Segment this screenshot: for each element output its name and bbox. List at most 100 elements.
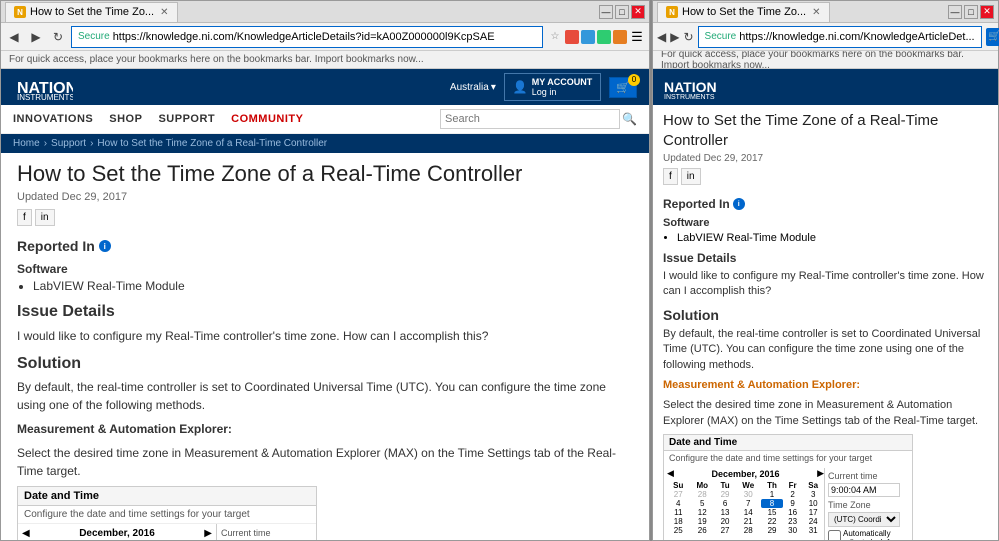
address-text: https://knowledge.ni.com/KnowledgeArticl… [113,31,495,43]
info-icon[interactable]: i [99,240,111,252]
right-calendar-preview: Date and Time Configure the date and tim… [663,434,913,540]
ext-icon-1[interactable] [565,30,579,44]
right-toolbar-icons: 🛒 🔍 ☰ [986,28,999,46]
reload-btn[interactable]: ↻ [49,28,67,46]
right-cal-tz-select[interactable]: (UTC) Coordinated Universal Time [828,512,900,527]
right-reload-btn[interactable]: ↻ [683,28,693,46]
left-tab-close[interactable]: ✕ [160,7,168,18]
right-cal-month: December, 2016 [711,469,779,479]
right-article-updated: Updated Dec 29, 2017 [663,153,988,164]
left-calendar-subtitle: Configure the date and time settings for… [18,506,316,524]
country-selector[interactable]: Australia ▾ [450,82,496,93]
nav-community[interactable]: COMMUNITY [231,109,303,129]
right-article-body: How to Set the Time Zone of a Real-Time … [653,105,998,540]
ext-icon-3[interactable] [597,30,611,44]
left-close-btn[interactable]: ✕ [631,5,645,19]
right-tab-title: How to Set the Time Zo... [682,6,806,18]
menu-icon[interactable]: ☰ [629,29,645,45]
right-tab-close[interactable]: ✕ [812,7,820,18]
cal-prev-btn[interactable]: ◀ [22,528,30,539]
share-facebook[interactable]: f [17,209,32,226]
nav-support[interactable]: SUPPORT [158,109,215,129]
right-tab[interactable]: N How to Set the Time Zo... ✕ [657,2,830,22]
cart-icon-symbol: 🛒 [616,82,630,94]
left-solution-text: By default, the real-time controller is … [17,378,633,414]
cal-month: December, 2016 [79,528,155,539]
right-ma-section: Measurement & Automation Explorer: [663,378,988,393]
left-cal-time-label: Current time [221,528,312,538]
right-close-btn[interactable]: ✕ [980,5,994,19]
right-software-heading: Software [663,217,988,229]
nav-shop[interactable]: SHOP [109,109,142,129]
right-back-btn[interactable]: ◀ [657,28,666,46]
right-share-btns: f in [663,168,988,185]
left-issue-heading: Issue Details [17,303,633,321]
right-software-item: LabVIEW Real-Time Module [677,232,988,244]
right-page-content: NATIONAL INSTRUMENTS How to Set the Time… [653,69,998,540]
left-solution-heading: Solution [17,355,633,373]
ext-icon-4[interactable] [613,30,627,44]
right-solution-heading: Solution [663,307,988,323]
left-calendar-content: ◀ December, 2016 ▶ Su Mo Tu We [18,524,316,540]
right-tab-favicon: N [666,6,678,18]
right-cal-time-input[interactable] [828,483,900,497]
ni-top-right: Australia ▾ 👤 MY ACCOUNT Log in 🛒 0 [450,73,637,101]
left-software-item: LabVIEW Real-Time Module [33,279,633,293]
bookmark-icon[interactable]: ☆ [547,29,563,45]
right-maximize-btn[interactable]: □ [964,5,978,19]
back-btn[interactable]: ◀ [5,28,23,46]
share-linkedin[interactable]: in [35,209,55,226]
right-address-input[interactable]: Secure https://knowledge.ni.com/Knowledg… [698,26,982,48]
breadcrumb-home[interactable]: Home [13,138,40,149]
cal-next-btn[interactable]: ▶ [204,528,212,539]
right-reported-in-heading: Reported In i [663,197,988,211]
right-cal-prev[interactable]: ◀ [667,468,674,479]
right-daylight-label: Automatically adjust clock for Daylight … [843,529,906,540]
left-tab-title: How to Set the Time Zo... [30,6,154,18]
right-forward-btn[interactable]: ▶ [670,28,679,46]
bookmarks-text: For quick access, place your bookmarks h… [9,54,424,65]
left-maximize-btn[interactable]: □ [615,5,629,19]
address-input[interactable]: Secure https://knowledge.ni.com/Knowledg… [71,26,543,48]
right-share-linkedin[interactable]: in [681,168,701,185]
ext-icon-2[interactable] [581,30,595,44]
right-solution-text: By default, the real-time controller is … [663,327,988,373]
right-cal-grid: Su Mo Tu We Th Fr Sa 27282930 [667,481,824,535]
search-input[interactable] [440,109,620,129]
right-issue-heading: Issue Details [663,251,988,265]
ni-search: 🔍 [440,109,637,129]
right-ni-logo: NATIONAL INSTRUMENTS [661,74,716,100]
left-bookmarks-bar: For quick access, place your bookmarks h… [1,51,649,69]
right-cal-next[interactable]: ▶ [817,468,824,479]
cart-badge: 0 [628,74,640,86]
my-account-btn[interactable]: 👤 MY ACCOUNT Log in [504,73,601,101]
cart-btn[interactable]: 🛒 0 [609,77,637,98]
svg-text:INSTRUMENTS: INSTRUMENTS [664,94,715,100]
left-minimize-btn[interactable]: — [599,5,613,19]
right-calendar-subtitle: Configure the date and time settings for… [664,451,912,465]
right-cart-icon[interactable]: 🛒 [986,28,999,46]
nav-innovations[interactable]: INNOVATIONS [13,109,93,129]
right-info-icon[interactable]: i [733,198,745,210]
ni-logo[interactable]: NATIONAL INSTRUMENTS [13,73,73,101]
right-issue-text: I would like to configure my Real-Time c… [663,269,988,300]
left-issue-text: I would like to configure my Real-Time c… [17,327,633,345]
forward-btn[interactable]: ▶ [27,28,45,46]
breadcrumb-support[interactable]: Support [51,138,86,149]
right-minimize-btn[interactable]: — [948,5,962,19]
right-ma-heading: Measurement & Automation Explorer: [663,379,860,391]
right-share-facebook[interactable]: f [663,168,678,185]
account-icon: 👤 [513,80,528,94]
search-btn[interactable]: 🔍 [622,112,637,126]
left-breadcrumb: Home › Support › How to Set the Time Zon… [1,134,649,153]
left-share-btns: f in [17,209,633,226]
right-daylight-checkbox[interactable] [828,530,841,540]
left-cal-nav: ◀ December, 2016 ▶ [22,528,212,539]
right-cal-right: Current time Time Zone (UTC) Coordinated… [824,468,909,540]
right-secure-badge: Secure [705,31,737,42]
left-tab[interactable]: N How to Set the Time Zo... ✕ [5,2,178,22]
left-window-controls: — □ ✕ [599,5,645,19]
right-cal-time-label: Current time [828,471,906,481]
ni-logo-svg: NATIONAL INSTRUMENTS [13,73,73,101]
left-tab-favicon: N [14,6,26,18]
